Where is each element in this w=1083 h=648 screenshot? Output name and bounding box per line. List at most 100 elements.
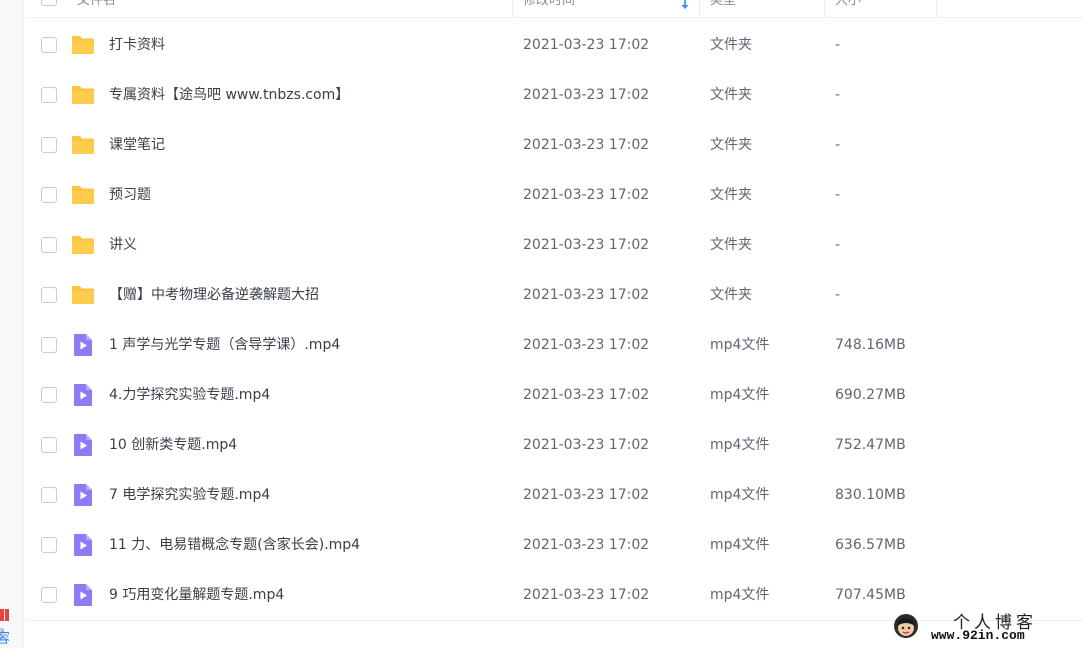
file-name[interactable]: 预习题 bbox=[109, 170, 151, 220]
file-size: - bbox=[835, 37, 841, 53]
file-row[interactable]: 4.力学探究实验专题.mp4 2021-03-23 17:02 mp4文件 690.2… bbox=[25, 370, 1083, 420]
row-checkbox[interactable] bbox=[41, 537, 57, 553]
file-modified-time: 2021-03-23 17:02 bbox=[523, 587, 650, 603]
video-file-icon bbox=[74, 334, 92, 356]
row-checkbox[interactable] bbox=[41, 87, 57, 103]
sidebar-badge-icon bbox=[0, 606, 12, 640]
file-size: - bbox=[835, 87, 841, 103]
file-name[interactable]: 课堂笔记 bbox=[109, 120, 165, 170]
file-row[interactable]: 讲义 2021-03-23 17:02 文件夹 - bbox=[25, 220, 1083, 270]
row-checkbox[interactable] bbox=[41, 137, 57, 153]
file-name[interactable]: 打卡资料 bbox=[109, 20, 165, 70]
file-type: 文件夹 bbox=[710, 237, 752, 253]
file-size: 748.16MB bbox=[835, 337, 906, 353]
file-name[interactable]: 9 巧用变化量解题专题.mp4 bbox=[109, 570, 284, 620]
file-size: - bbox=[835, 237, 841, 253]
file-modified-time: 2021-03-23 17:02 bbox=[523, 87, 650, 103]
folder-icon bbox=[72, 286, 94, 304]
file-size: - bbox=[835, 187, 841, 203]
file-list-header: 文件名 修改时间 类型 大小 bbox=[25, 0, 1083, 18]
row-checkbox[interactable] bbox=[41, 487, 57, 503]
video-file-icon bbox=[74, 534, 92, 556]
file-modified-time: 2021-03-23 17:02 bbox=[523, 537, 650, 553]
row-checkbox[interactable] bbox=[41, 287, 57, 303]
file-name[interactable]: 讲义 bbox=[109, 220, 137, 270]
column-modified-time[interactable]: 修改时间 bbox=[523, 0, 575, 18]
folder-icon bbox=[72, 36, 94, 54]
file-size: - bbox=[835, 287, 841, 303]
column-name[interactable]: 文件名 bbox=[77, 0, 116, 18]
folder-icon bbox=[72, 86, 94, 104]
video-file-icon bbox=[74, 584, 92, 606]
row-checkbox[interactable] bbox=[41, 237, 57, 253]
video-file-icon bbox=[74, 484, 92, 506]
file-name[interactable]: 【赠】中考物理必备逆袭解题大招 bbox=[109, 270, 319, 320]
column-divider[interactable] bbox=[824, 0, 825, 18]
file-type: mp4文件 bbox=[710, 437, 770, 453]
file-modified-time: 2021-03-23 17:02 bbox=[523, 187, 650, 203]
video-file-icon bbox=[74, 434, 92, 456]
sidebar-cut-label[interactable]: 容 bbox=[0, 628, 10, 648]
row-checkbox[interactable] bbox=[41, 337, 57, 353]
column-divider[interactable] bbox=[936, 0, 937, 18]
file-modified-time: 2021-03-23 17:02 bbox=[523, 287, 650, 303]
folder-icon bbox=[72, 136, 94, 154]
file-type: mp4文件 bbox=[710, 587, 770, 603]
file-size: 690.27MB bbox=[835, 387, 906, 403]
file-row[interactable]: 【赠】中考物理必备逆袭解题大招 2021-03-23 17:02 文件夹 - bbox=[25, 270, 1083, 320]
file-type: 文件夹 bbox=[710, 187, 752, 203]
file-name[interactable]: 7 电学探究实验专题.mp4 bbox=[109, 470, 270, 520]
file-modified-time: 2021-03-23 17:02 bbox=[523, 437, 650, 453]
row-checkbox[interactable] bbox=[41, 587, 57, 603]
column-divider[interactable] bbox=[512, 0, 513, 18]
row-checkbox[interactable] bbox=[41, 187, 57, 203]
file-row[interactable]: 11 力、电易错概念专题(含家长会).mp4 2021-03-23 17:02 mp… bbox=[25, 520, 1083, 570]
file-list: 文件名 修改时间 类型 大小 打卡资料 2021-03-23 17:02 文件夹 - 专… bbox=[25, 0, 1083, 620]
file-name[interactable]: 1 声学与光学专题（含导学课）.mp4 bbox=[109, 320, 340, 370]
file-modified-time: 2021-03-23 17:02 bbox=[523, 337, 650, 353]
file-modified-time: 2021-03-23 17:02 bbox=[523, 137, 650, 153]
row-checkbox[interactable] bbox=[41, 387, 57, 403]
file-size: 830.10MB bbox=[835, 487, 906, 503]
select-all-checkbox[interactable] bbox=[41, 0, 57, 6]
file-type: 文件夹 bbox=[710, 87, 752, 103]
file-type: mp4文件 bbox=[710, 387, 770, 403]
folder-icon bbox=[72, 186, 94, 204]
file-name[interactable]: 4.力学探究实验专题.mp4 bbox=[109, 370, 270, 420]
file-name[interactable]: 11 力、电易错概念专题(含家长会).mp4 bbox=[109, 520, 360, 570]
sort-descending-icon[interactable] bbox=[680, 0, 690, 10]
file-name[interactable]: 10 创新类专题.mp4 bbox=[109, 420, 237, 470]
file-modified-time: 2021-03-23 17:02 bbox=[523, 387, 650, 403]
column-divider[interactable] bbox=[699, 0, 700, 18]
column-size[interactable]: 大小 bbox=[835, 0, 861, 18]
file-type: 文件夹 bbox=[710, 137, 752, 153]
folder-icon bbox=[72, 236, 94, 254]
file-modified-time: 2021-03-23 17:02 bbox=[523, 37, 650, 53]
file-row[interactable]: 预习题 2021-03-23 17:02 文件夹 - bbox=[25, 170, 1083, 220]
file-row[interactable]: 7 电学探究实验专题.mp4 2021-03-23 17:02 mp4文件 830.1… bbox=[25, 470, 1083, 520]
left-sidebar-edge: 容 bbox=[0, 0, 24, 648]
watermark-url: www.92in.com bbox=[931, 628, 1025, 643]
file-modified-time: 2021-03-23 17:02 bbox=[523, 487, 650, 503]
file-row[interactable]: 10 创新类专题.mp4 2021-03-23 17:02 mp4文件 752.47M… bbox=[25, 420, 1083, 470]
column-type[interactable]: 类型 bbox=[710, 0, 736, 18]
blog-watermark: 个人博客 www.92in.com bbox=[893, 608, 1083, 648]
file-size: 636.57MB bbox=[835, 537, 906, 553]
file-modified-time: 2021-03-23 17:02 bbox=[523, 237, 650, 253]
file-size: - bbox=[835, 137, 841, 153]
file-row[interactable]: 课堂笔记 2021-03-23 17:02 文件夹 - bbox=[25, 120, 1083, 170]
row-checkbox[interactable] bbox=[41, 37, 57, 53]
file-name[interactable]: 专属资料【途鸟吧 www.tnbzs.com】 bbox=[109, 70, 349, 120]
file-row[interactable]: 1 声学与光学专题（含导学课）.mp4 2021-03-23 17:02 mp4文件… bbox=[25, 320, 1083, 370]
watermark-avatar-icon bbox=[894, 614, 918, 638]
file-type: mp4文件 bbox=[710, 337, 770, 353]
file-size: 752.47MB bbox=[835, 437, 906, 453]
file-type: mp4文件 bbox=[710, 487, 770, 503]
file-row[interactable]: 打卡资料 2021-03-23 17:02 文件夹 - bbox=[25, 20, 1083, 70]
video-file-icon bbox=[74, 384, 92, 406]
row-checkbox[interactable] bbox=[41, 437, 57, 453]
file-type: 文件夹 bbox=[710, 37, 752, 53]
file-type: 文件夹 bbox=[710, 287, 752, 303]
file-row[interactable]: 专属资料【途鸟吧 www.tnbzs.com】 2021-03-23 17:02 文… bbox=[25, 70, 1083, 120]
file-type: mp4文件 bbox=[710, 537, 770, 553]
